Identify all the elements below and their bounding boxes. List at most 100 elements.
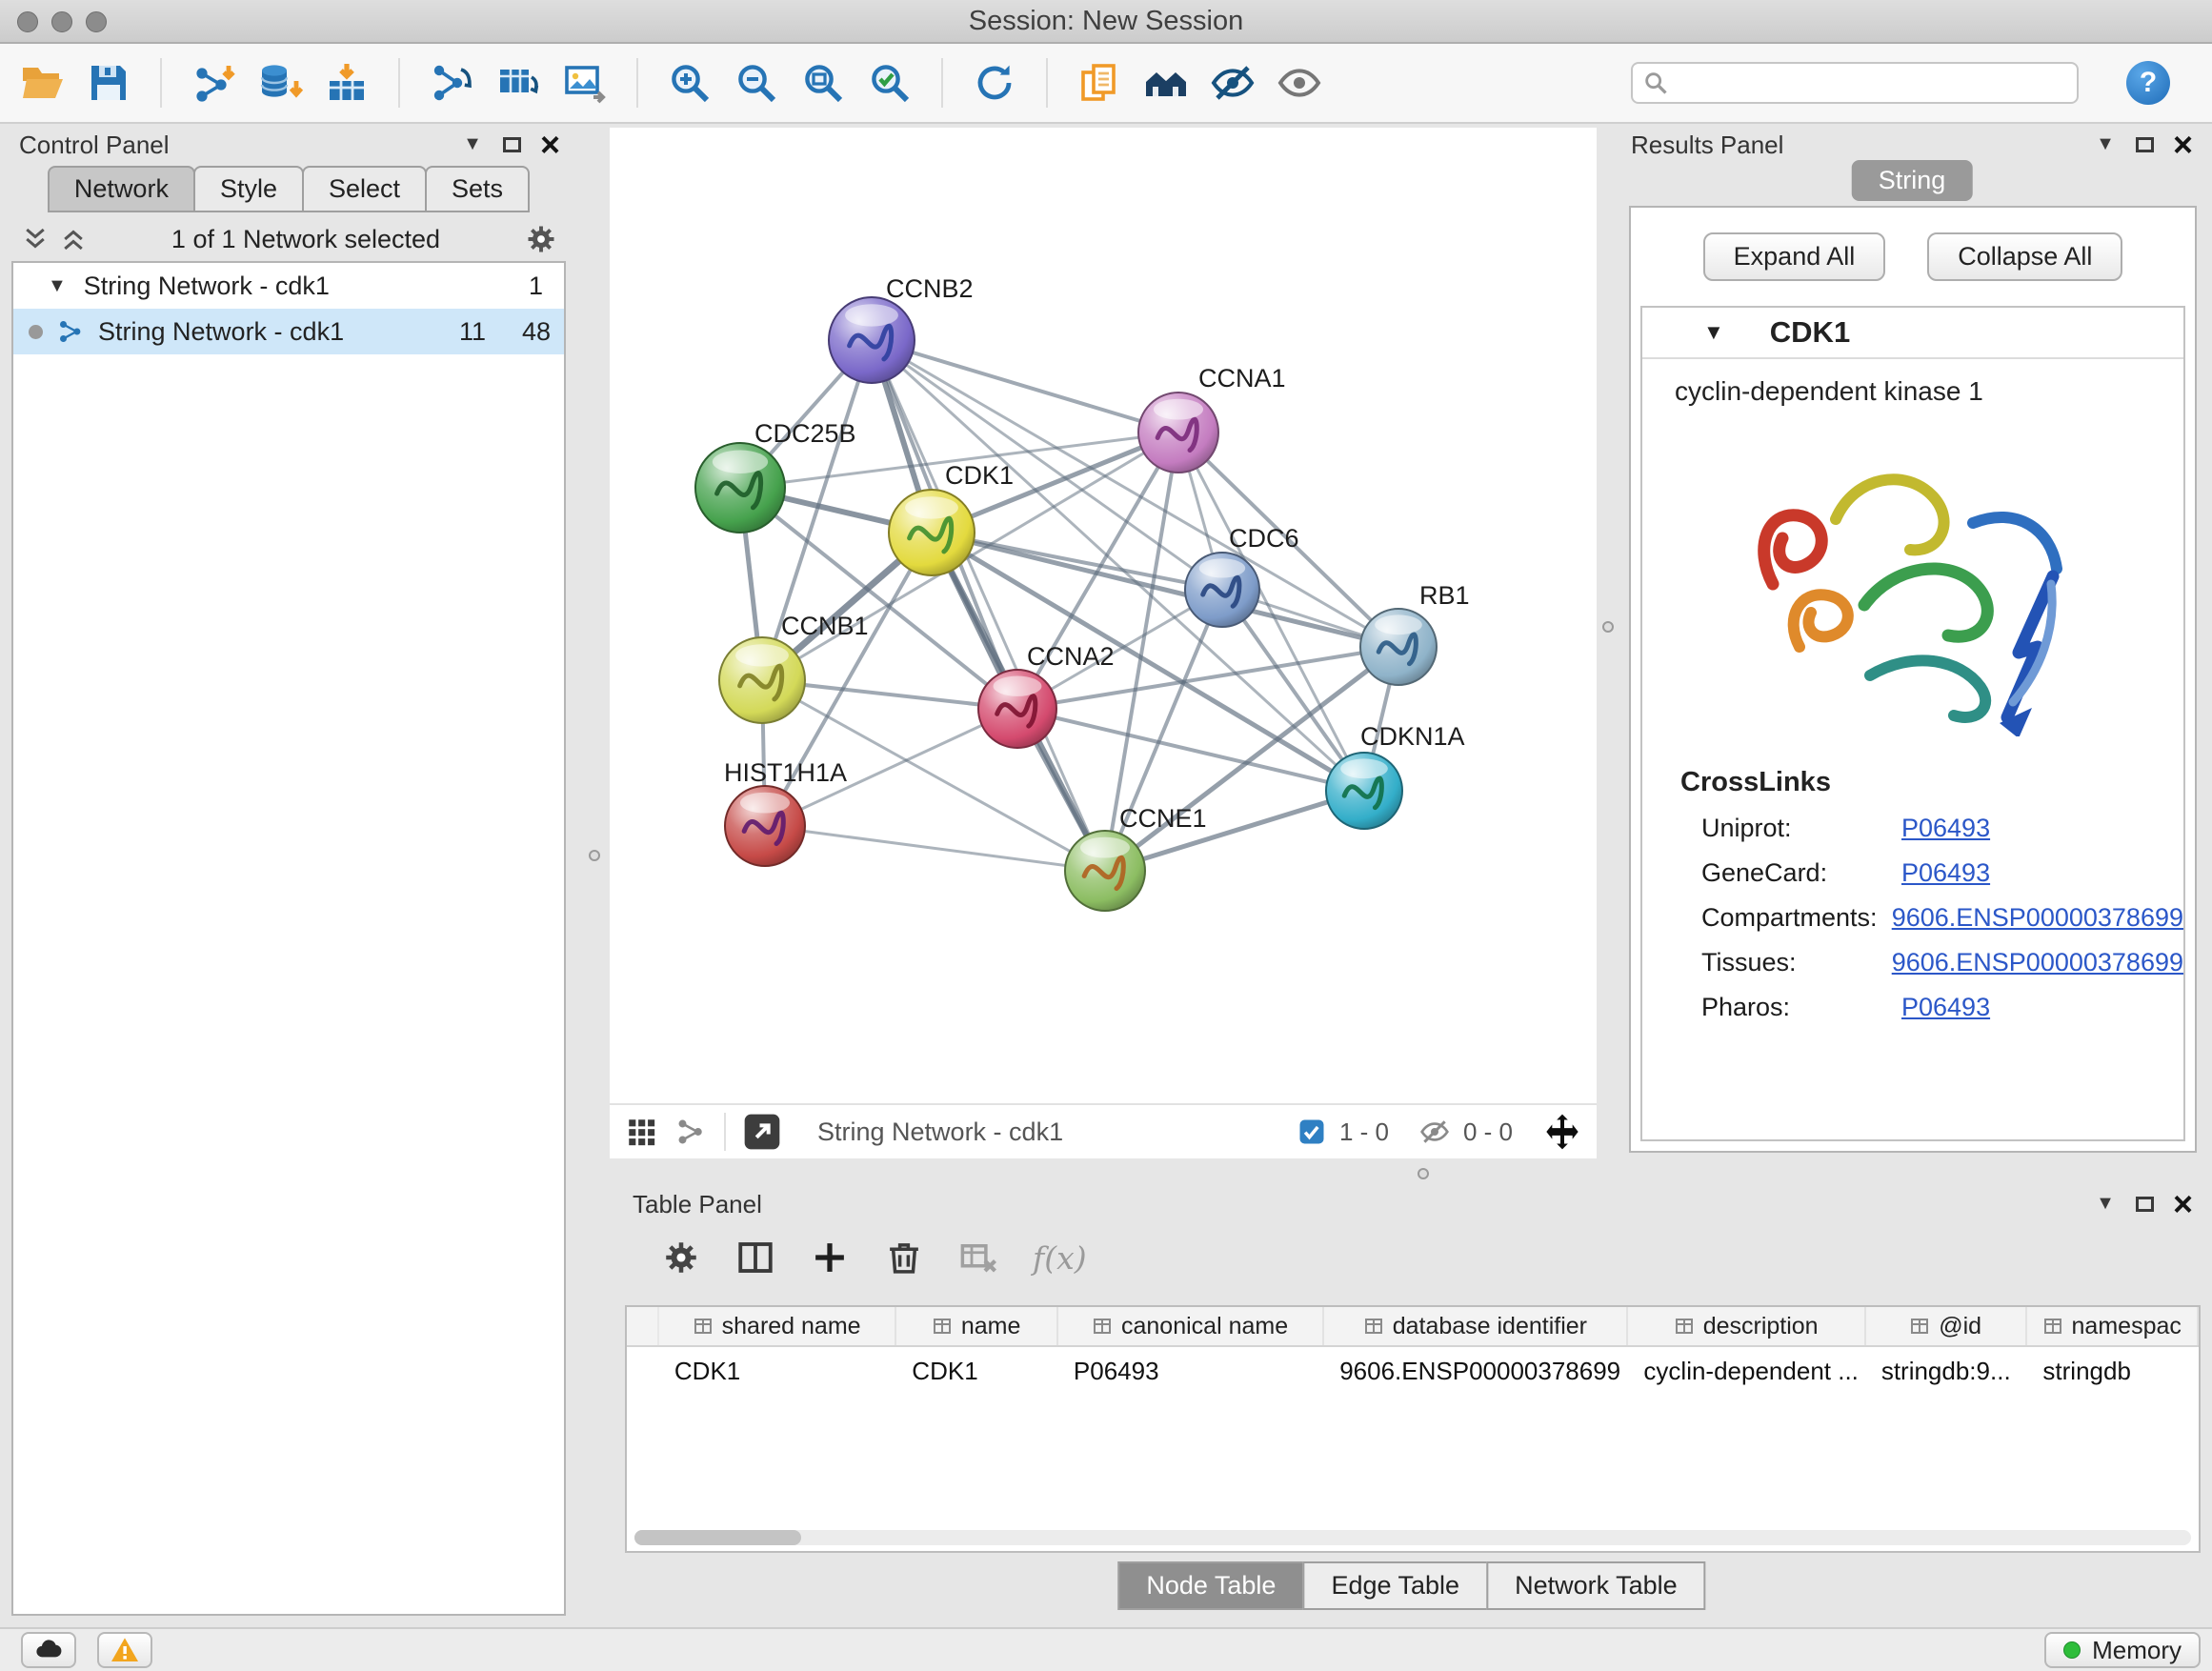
tab-sets[interactable]: Sets [425,166,530,212]
add-column-icon[interactable] [810,1238,850,1278]
column-header-name[interactable]: name [896,1307,1058,1345]
search-field-wrap [1631,62,2079,104]
horizontal-scrollbar[interactable] [634,1530,2191,1545]
hide-selected-button[interactable] [1210,60,1256,106]
network-node-CCNA2[interactable] [978,670,1056,748]
cloud-status-button[interactable] [21,1632,76,1668]
network-node-CDKN1A[interactable] [1326,753,1402,829]
show-columns-icon[interactable] [735,1238,775,1278]
network-node-RB1[interactable] [1360,609,1437,685]
network-node-CDK1[interactable] [889,490,975,575]
import-table-button[interactable] [324,60,370,106]
float-panel-icon[interactable] [2136,1197,2154,1212]
hidden-eye-icon[interactable] [1419,1117,1450,1147]
column-header-id[interactable]: @id [1866,1307,2028,1345]
network-node-CDC6[interactable] [1185,553,1259,627]
column-header-namespac[interactable]: namespac [2027,1307,2199,1345]
tab-string[interactable]: String [1852,160,1973,201]
new-network-button[interactable] [429,60,474,106]
expand-all-button[interactable]: Expand All [1703,232,1886,281]
table-settings-gear-icon[interactable] [661,1238,701,1278]
crosslink-link[interactable]: P06493 [1901,858,1990,888]
close-panel-icon[interactable]: × [540,131,560,159]
zoom-in-button[interactable] [667,60,713,106]
crosslink-link[interactable]: 9606.ENSP00000378699 [1892,948,2183,977]
close-panel-icon[interactable]: × [2173,131,2193,159]
zoom-out-button[interactable] [734,60,779,106]
open-in-new-window-button[interactable] [743,1113,781,1151]
splitter-handle[interactable] [1602,621,1614,633]
scrollbar-thumb[interactable] [634,1530,801,1545]
save-session-button[interactable] [86,60,131,106]
search-input[interactable] [1631,62,2079,104]
network-collection-row[interactable]: ▼ String Network - cdk1 1 [13,263,564,309]
crosslink-link[interactable]: P06493 [1901,814,1990,843]
import-network-file-button[interactable] [191,60,236,106]
tab-edge-table[interactable]: Edge Table [1302,1561,1488,1610]
panel-menu-icon[interactable]: ▼ [2096,1193,2115,1215]
tab-network-table[interactable]: Network Table [1486,1561,1706,1610]
splitter-handle[interactable] [1418,1168,1429,1179]
network-overview-icon[interactable] [674,1116,707,1148]
close-window-button[interactable] [17,11,38,32]
nodes-selected-checkbox[interactable] [1297,1117,1326,1146]
zoom-selected-button[interactable] [867,60,913,106]
panel-menu-icon[interactable]: ▼ [463,133,482,155]
warnings-button[interactable] [97,1632,152,1668]
network-node-CCNB2[interactable] [829,297,915,383]
grid-view-icon[interactable] [625,1116,657,1148]
tab-node-table[interactable]: Node Table [1117,1561,1304,1610]
open-session-button[interactable] [19,60,65,106]
zoom-window-button[interactable] [86,11,107,32]
expand-all-networks-icon[interactable] [59,225,88,253]
import-network-database-button[interactable] [257,60,303,106]
collection-expand-icon[interactable]: ▼ [48,275,67,297]
first-neighbors-button[interactable] [1143,60,1189,106]
network-node-CDC25B[interactable] [695,443,785,533]
splitter-handle[interactable] [589,850,600,861]
network-node-CCNE1[interactable] [1065,831,1145,911]
entry-collapse-icon[interactable]: ▼ [1703,320,1724,345]
tab-network[interactable]: Network [48,166,195,212]
toolbar-separator [160,58,162,108]
function-builder-icon[interactable]: f(x) [1033,1239,1087,1277]
column-header-description[interactable]: description [1628,1307,1865,1345]
memory-button[interactable]: Memory [2044,1632,2201,1668]
gene-entry-header[interactable]: ▼ CDK1 [1642,308,2183,359]
pan-crosshair-button[interactable] [1543,1113,1581,1151]
show-all-button[interactable] [1277,60,1322,106]
float-panel-icon[interactable] [503,137,521,152]
crosslink-link[interactable]: 9606.ENSP00000378699 [1892,903,2183,933]
copy-document-button[interactable] [1076,60,1122,106]
tab-select[interactable]: Select [302,166,427,212]
float-panel-icon[interactable] [2136,137,2154,152]
table-row[interactable]: CDK1CDK1P064939606.ENSP00000378699cyclin… [627,1347,2199,1395]
delete-column-icon[interactable] [884,1238,924,1278]
table-cell-name: CDK1 [896,1357,1058,1386]
table-toolbar: f(x) [631,1227,1087,1288]
crosslink-link[interactable]: P06493 [1901,993,1990,1022]
network-node-HIST1H1A[interactable] [725,786,805,866]
panel-menu-icon[interactable]: ▼ [2096,133,2115,155]
tab-style[interactable]: Style [193,166,304,212]
help-button[interactable]: ? [2126,61,2170,105]
network-graph[interactable]: CCNB2CCNA1CDC25BCDK1CDC6RB1CCNB1CCNA2CDK… [610,128,1597,1103]
collapse-all-networks-icon[interactable] [21,225,50,253]
column-header-database-identifier[interactable]: database identifier [1324,1307,1628,1345]
network-options-gear-icon[interactable] [524,222,558,256]
column-header-canonical-name[interactable]: canonical name [1058,1307,1324,1345]
refresh-button[interactable] [972,60,1017,106]
crosslink-label: GeneCard: [1701,858,1901,888]
network-row[interactable]: String Network - cdk1 11 48 [13,309,564,354]
zoom-fit-button[interactable] [800,60,846,106]
network-node-CCNA1[interactable] [1138,393,1218,473]
new-table-button[interactable] [495,60,541,106]
minimize-window-button[interactable] [51,11,72,32]
column-header-shared-name[interactable]: shared name [659,1307,896,1345]
collapse-all-button[interactable]: Collapse All [1927,232,2122,281]
network-node-CCNB1[interactable] [719,637,805,723]
column-label: @id [1939,1313,1981,1340]
clear-table-icon[interactable] [958,1238,998,1278]
export-image-button[interactable] [562,60,608,106]
close-panel-icon[interactable]: × [2173,1191,2193,1218]
